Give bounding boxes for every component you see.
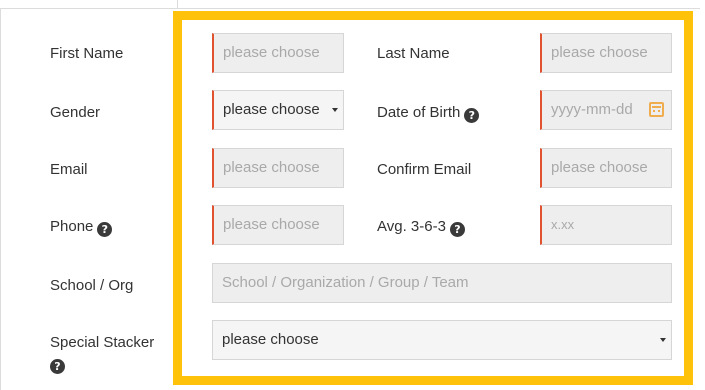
gender-label: Gender	[50, 104, 101, 121]
help-icon[interactable]: ?	[464, 108, 480, 123]
dob-placeholder: yyyy-mm-dd	[551, 101, 633, 118]
school-org-label: School / Org	[50, 277, 134, 294]
last-name-input[interactable]: please choose	[540, 33, 672, 73]
dob-label: Date of Birth?	[377, 104, 480, 123]
confirm-email-input[interactable]: please choose	[540, 148, 672, 188]
special-stacker-label: Special Stacker	[50, 334, 155, 351]
gender-select[interactable]: please choose	[212, 90, 344, 130]
special-stacker-select[interactable]: please choose	[212, 320, 672, 360]
help-icon[interactable]: ?	[449, 222, 465, 237]
avg-363-input[interactable]: x.xx	[540, 205, 672, 245]
special-stacker-value: please choose	[222, 331, 319, 348]
help-icon[interactable]: ?	[50, 359, 65, 374]
gender-select-value: please choose	[223, 101, 320, 118]
chevron-down-icon	[332, 108, 338, 112]
first-name-label: First Name	[50, 45, 124, 62]
chevron-down-icon	[660, 338, 666, 342]
date-of-birth-input[interactable]: yyyy-mm-dd	[540, 90, 672, 130]
help-icon[interactable]: ?	[97, 222, 113, 237]
phone-label: Phone?	[50, 218, 113, 237]
calendar-icon[interactable]	[649, 102, 664, 117]
avg-label: Avg. 3-6-3?	[377, 218, 465, 237]
dob-label-text: Date of Birth	[377, 104, 461, 121]
phone-label-text: Phone	[50, 218, 94, 235]
first-name-input[interactable]: please choose	[212, 33, 344, 73]
phone-input[interactable]: please choose	[212, 205, 344, 245]
school-org-input[interactable]: School / Organization / Group / Team	[212, 263, 672, 303]
confirm-email-label: Confirm Email	[377, 161, 472, 178]
email-label: Email	[50, 161, 88, 178]
avg-label-text: Avg. 3-6-3	[377, 218, 446, 235]
last-name-label: Last Name	[377, 45, 450, 62]
email-input[interactable]: please choose	[212, 148, 344, 188]
